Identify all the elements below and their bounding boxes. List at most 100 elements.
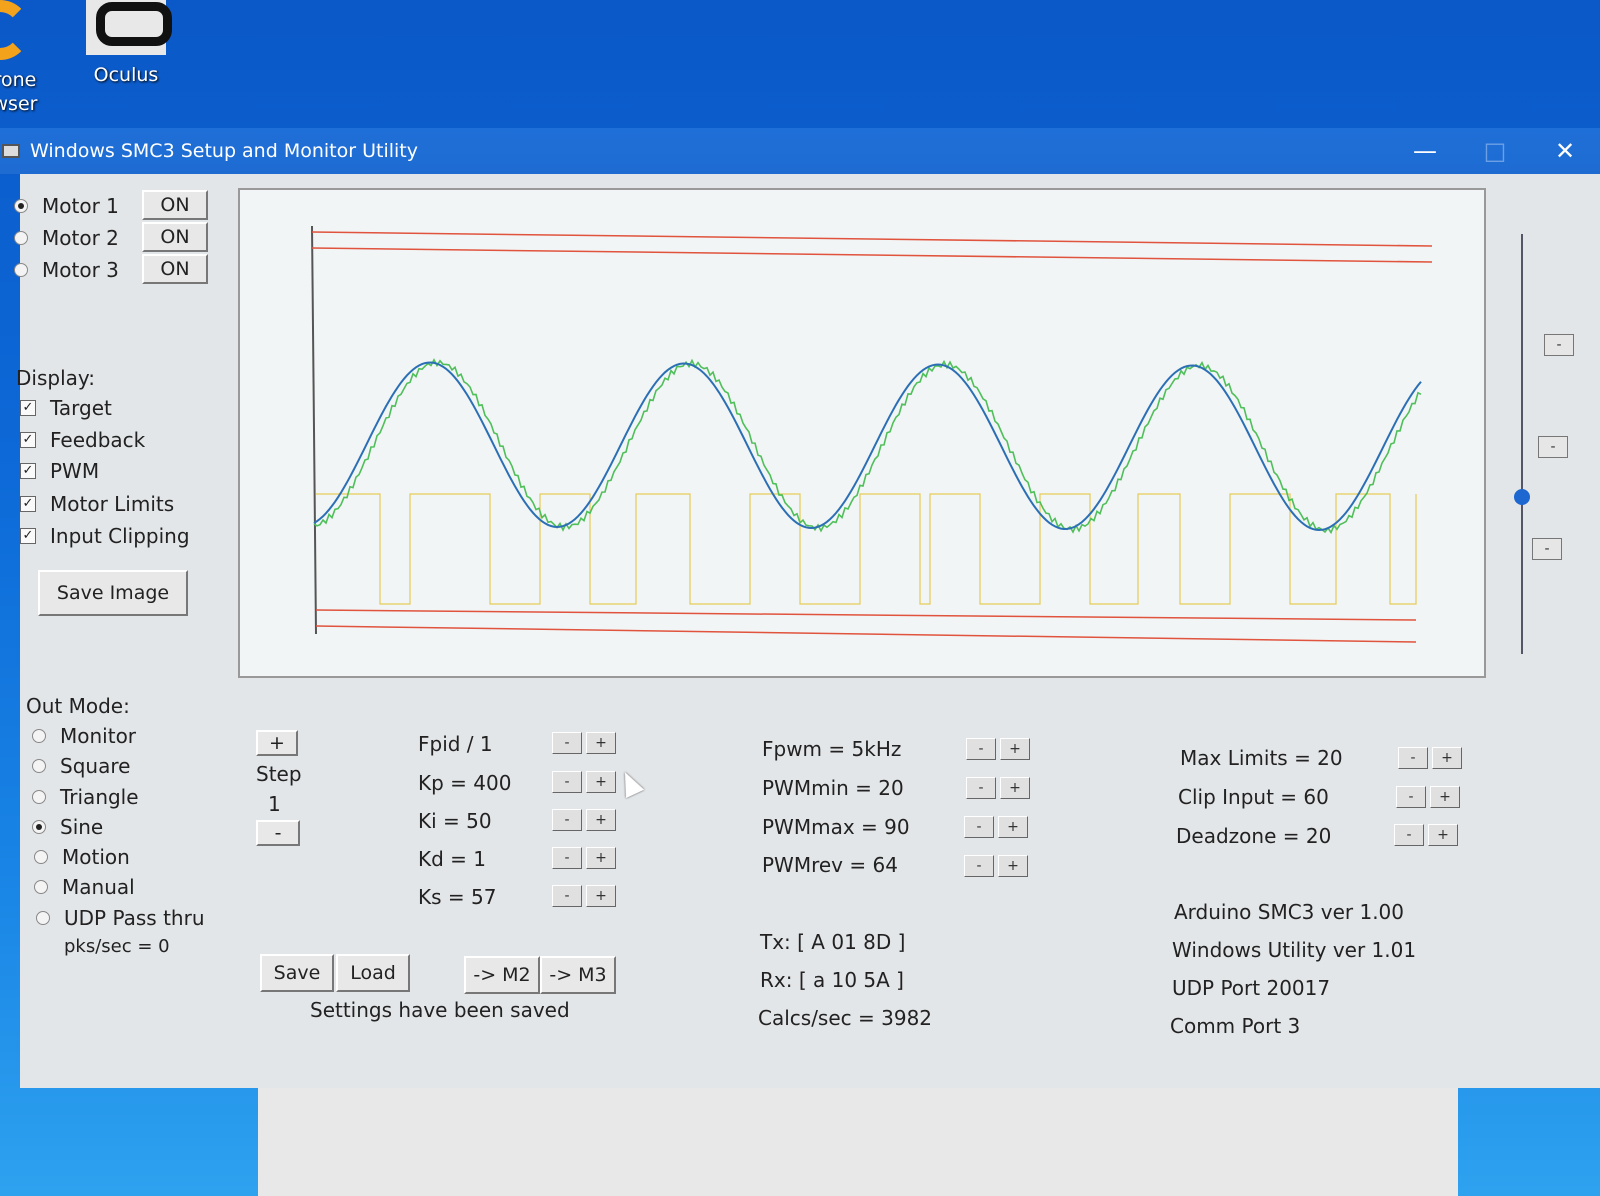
maximize-button[interactable]: □ xyxy=(1460,128,1530,174)
param-fpid: Fpid / 1 xyxy=(418,732,493,756)
radio-mode-square[interactable]: Square xyxy=(32,754,130,778)
step-plus-button[interactable]: + xyxy=(256,730,298,756)
radio-dot xyxy=(32,729,46,743)
checkbox-checked: ✓ xyxy=(20,528,36,544)
load-button[interactable]: Load xyxy=(336,954,410,992)
checkbox-checked: ✓ xyxy=(20,432,36,448)
fpwm-minus-button[interactable]: - xyxy=(966,738,996,760)
slider-thumb[interactable] xyxy=(1514,488,1530,505)
pwmmin-minus-button[interactable]: - xyxy=(966,777,996,799)
motor-label: Motor 3 xyxy=(42,258,119,282)
fpid-minus-button[interactable]: - xyxy=(552,732,582,754)
copy-to-m3-button[interactable]: -> M3 xyxy=(540,956,616,994)
upper-limit-line xyxy=(311,231,1433,247)
radio-mode-motion[interactable]: Motion xyxy=(34,845,130,869)
mode-label: Motion xyxy=(62,845,130,869)
pwm-series-line xyxy=(316,493,1417,605)
arduino-version: Arduino SMC3 ver 1.00 xyxy=(1174,900,1404,924)
radio-dot xyxy=(32,820,46,834)
radio-mode-triangle[interactable]: Triangle xyxy=(32,785,139,809)
rx-readout: Rx: [ a 10 5A ] xyxy=(760,968,904,992)
param-pwmmax: PWMmax = 90 xyxy=(762,815,910,839)
radio-mode-sine[interactable]: Sine xyxy=(32,815,103,839)
motor-2-on-button[interactable]: ON xyxy=(142,222,208,252)
ks-minus-button[interactable]: - xyxy=(552,885,582,907)
check-label: Motor Limits xyxy=(50,492,175,516)
param-pwmmin: PWMmin = 20 xyxy=(762,776,904,800)
param-ki: Ki = 50 xyxy=(418,809,492,833)
pks-per-sec: pks/sec = 0 xyxy=(64,936,170,957)
param-ks: Ks = 57 xyxy=(418,885,497,909)
radio-mode-manual[interactable]: Manual xyxy=(34,875,135,899)
pwmrev-plus-button[interactable]: + xyxy=(998,855,1028,877)
mode-label: Square xyxy=(60,754,131,778)
radio-dot xyxy=(14,263,28,277)
checkbox-checked: ✓ xyxy=(20,400,36,416)
max-limits-minus-button[interactable]: - xyxy=(1398,747,1428,769)
pwmmax-minus-button[interactable]: - xyxy=(964,816,994,838)
deadzone-minus-button[interactable]: - xyxy=(1394,824,1424,846)
status-message: Settings have been saved xyxy=(310,998,570,1022)
ki-minus-button[interactable]: - xyxy=(552,809,582,831)
radio-motor-2[interactable]: Motor 2 xyxy=(14,226,119,250)
param-kp: Kp = 400 xyxy=(418,771,512,795)
waveform-chart xyxy=(238,188,1486,678)
check-motor-limits[interactable]: ✓ Motor Limits xyxy=(20,492,174,516)
pwmmax-plus-button[interactable]: + xyxy=(998,816,1028,838)
vertical-slider[interactable] xyxy=(1514,234,1530,654)
side-minus-button[interactable]: - xyxy=(1538,436,1568,458)
udp-port: UDP Port 20017 xyxy=(1172,976,1331,1000)
title-bar[interactable]: Windows SMC3 Setup and Monitor Utility —… xyxy=(0,128,1600,174)
fpid-plus-button[interactable]: + xyxy=(586,732,616,754)
display-heading: Display: xyxy=(16,366,96,390)
kp-plus-button[interactable]: + xyxy=(586,771,616,793)
desktop-icon-oculus[interactable]: Oculus xyxy=(84,0,172,87)
check-feedback[interactable]: ✓ Feedback xyxy=(20,428,145,452)
check-target[interactable]: ✓ Target xyxy=(20,396,112,420)
desktop-icon-label: Oculus xyxy=(93,64,159,86)
check-pwm[interactable]: ✓ PWM xyxy=(20,459,99,483)
mode-label: Triangle xyxy=(60,785,139,809)
param-fpwm: Fpwm = 5kHz xyxy=(762,737,902,761)
radio-dot xyxy=(32,790,46,804)
save-image-button[interactable]: Save Image xyxy=(38,570,188,616)
upper-limit-line xyxy=(311,247,1433,263)
ks-plus-button[interactable]: + xyxy=(586,885,616,907)
pwmmin-plus-button[interactable]: + xyxy=(1000,777,1030,799)
fpwm-plus-button[interactable]: + xyxy=(1000,738,1030,760)
motor-1-on-button[interactable]: ON xyxy=(142,190,208,220)
clip-input-plus-button[interactable]: + xyxy=(1430,786,1460,808)
param-pwmrev: PWMrev = 64 xyxy=(762,853,898,877)
max-limits-plus-button[interactable]: + xyxy=(1432,747,1462,769)
radio-motor-1[interactable]: Motor 1 xyxy=(14,194,119,218)
app-window: Windows SMC3 Setup and Monitor Utility —… xyxy=(0,128,1600,1088)
lower-limit-line xyxy=(315,625,1417,643)
kd-minus-button[interactable]: - xyxy=(552,847,582,869)
side-minus-button[interactable]: - xyxy=(1544,334,1574,356)
copy-to-m2-button[interactable]: -> M2 xyxy=(464,956,540,994)
deadzone-plus-button[interactable]: + xyxy=(1428,824,1458,846)
radio-dot xyxy=(34,850,48,864)
minimize-button[interactable]: — xyxy=(1390,128,1460,174)
check-input-clipping[interactable]: ✓ Input Clipping xyxy=(20,524,190,548)
ki-plus-button[interactable]: + xyxy=(586,809,616,831)
step-minus-button[interactable]: - xyxy=(256,820,300,846)
checkbox-checked: ✓ xyxy=(20,496,36,512)
background-window-strip xyxy=(258,1088,1458,1196)
radio-mode-udp[interactable]: UDP Pass thru xyxy=(36,906,205,930)
side-minus-button[interactable]: - xyxy=(1532,538,1562,560)
motor-3-on-button[interactable]: ON xyxy=(142,254,208,284)
lower-limit-line xyxy=(315,609,1417,621)
check-label: Target xyxy=(50,396,112,420)
save-button[interactable]: Save xyxy=(260,954,334,992)
kd-plus-button[interactable]: + xyxy=(586,847,616,869)
desktop-icon-browser[interactable]: rone wser xyxy=(0,0,60,116)
clip-input-minus-button[interactable]: - xyxy=(1396,786,1426,808)
check-label: Feedback xyxy=(50,428,146,452)
kp-minus-button[interactable]: - xyxy=(552,771,582,793)
pwmrev-minus-button[interactable]: - xyxy=(964,855,994,877)
mouse-cursor-icon xyxy=(615,767,645,799)
close-button[interactable]: ✕ xyxy=(1530,128,1600,174)
radio-mode-monitor[interactable]: Monitor xyxy=(32,724,136,748)
radio-motor-3[interactable]: Motor 3 xyxy=(14,258,119,282)
